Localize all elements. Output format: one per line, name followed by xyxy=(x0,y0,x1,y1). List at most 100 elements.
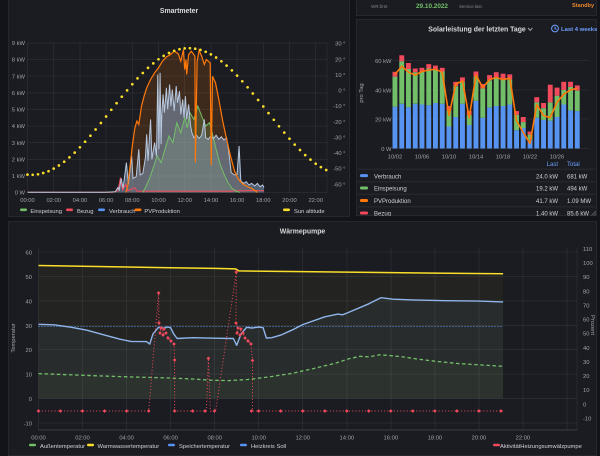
svg-text:Bezug: Bezug xyxy=(374,212,391,216)
svg-text:0 °: 0 ° xyxy=(338,89,345,95)
svg-text:10 °: 10 ° xyxy=(335,73,345,79)
svg-text:04:00: 04:00 xyxy=(119,436,134,442)
svg-text:Total: Total xyxy=(567,162,580,168)
svg-text:10: 10 xyxy=(583,388,589,394)
svg-text:Sun altitude: Sun altitude xyxy=(294,209,325,215)
svg-text:06:00: 06:00 xyxy=(99,198,114,204)
svg-text:0 W: 0 W xyxy=(15,191,26,197)
svg-text:24.0 kW: 24.0 kW xyxy=(536,174,558,180)
svg-text:Last: Last xyxy=(547,162,559,168)
svg-text:-10 °: -10 ° xyxy=(333,104,345,110)
svg-text:-10: -10 xyxy=(24,421,32,427)
svg-text:85.6 kW: 85.6 kW xyxy=(567,212,589,216)
svg-text:Last 4 weeks: Last 4 weeks xyxy=(561,27,597,33)
svg-text:04:00: 04:00 xyxy=(73,198,88,204)
svg-text:Prozent: Prozent xyxy=(589,315,595,335)
svg-text:Einspeisung: Einspeisung xyxy=(374,187,407,193)
svg-text:90: 90 xyxy=(583,275,589,281)
svg-text:10: 10 xyxy=(26,373,32,379)
svg-text:Warmwassertemperatur: Warmwassertemperatur xyxy=(98,444,160,450)
svg-text:40: 40 xyxy=(26,299,32,305)
svg-text:14:00: 14:00 xyxy=(340,436,355,442)
svg-text:16:00: 16:00 xyxy=(230,198,245,204)
svg-text:0: 0 xyxy=(29,397,32,403)
svg-text:100: 100 xyxy=(583,261,593,267)
svg-text:20 kW: 20 kW xyxy=(375,118,392,124)
svg-text:50: 50 xyxy=(26,275,32,281)
svg-text:Heizkreis Soll: Heizkreis Soll xyxy=(251,444,286,450)
svg-text:10:00: 10:00 xyxy=(251,436,266,442)
svg-text:4 kW: 4 kW xyxy=(12,124,26,130)
svg-text:0: 0 xyxy=(583,402,586,408)
svg-text:PVProduktion: PVProduktion xyxy=(144,209,179,215)
svg-text:10/26: 10/26 xyxy=(550,155,565,161)
svg-text:41.7 kW: 41.7 kW xyxy=(536,199,558,205)
svg-text:Wärmepumpe: Wärmepumpe xyxy=(280,229,326,236)
svg-text:30: 30 xyxy=(583,360,589,366)
svg-text:19.2 kW: 19.2 kW xyxy=(536,187,558,193)
svg-text:60: 60 xyxy=(583,318,589,324)
svg-text:70: 70 xyxy=(583,304,589,310)
svg-text:6 kW: 6 kW xyxy=(12,91,26,97)
svg-text:AktivitätHeizungsumwälzpumpe: AktivitätHeizungsumwälzpumpe xyxy=(500,444,582,450)
svg-text:22:00: 22:00 xyxy=(308,198,323,204)
svg-text:1 kW: 1 kW xyxy=(12,174,26,180)
svg-text:pro Tag: pro Tag xyxy=(359,83,365,102)
svg-text:40: 40 xyxy=(583,346,589,352)
svg-text:494 kW: 494 kW xyxy=(567,187,588,193)
svg-text:08:00: 08:00 xyxy=(207,436,222,442)
svg-text:60 kW: 60 kW xyxy=(375,59,392,65)
svg-text:60: 60 xyxy=(26,251,32,257)
svg-text:14:00: 14:00 xyxy=(204,198,219,204)
svg-text:20: 20 xyxy=(583,374,589,380)
svg-text:18:00: 18:00 xyxy=(256,198,271,204)
svg-text:10/14: 10/14 xyxy=(469,155,484,161)
svg-text:00:00: 00:00 xyxy=(20,198,35,204)
svg-text:Verbrauch: Verbrauch xyxy=(374,174,401,180)
svg-text:08:00: 08:00 xyxy=(125,198,140,204)
svg-text:12:00: 12:00 xyxy=(295,436,310,442)
svg-text:20:00: 20:00 xyxy=(472,436,487,442)
svg-text:10/02: 10/02 xyxy=(388,155,403,161)
svg-text:Verbrauch: Verbrauch xyxy=(109,209,135,215)
svg-text:-30 °: -30 ° xyxy=(333,136,345,142)
svg-text:20: 20 xyxy=(26,348,32,354)
svg-text:10/06: 10/06 xyxy=(415,155,430,161)
svg-text:20 °: 20 ° xyxy=(335,57,345,63)
svg-text:9 kW: 9 kW xyxy=(12,41,26,47)
svg-text:02:00: 02:00 xyxy=(75,436,90,442)
svg-text:Speichertemperatur: Speichertemperatur xyxy=(179,444,230,450)
svg-text:16:00: 16:00 xyxy=(384,436,399,442)
svg-text:12:00: 12:00 xyxy=(177,198,192,204)
svg-text:80: 80 xyxy=(583,289,589,295)
svg-text:0 W: 0 W xyxy=(381,147,392,153)
svg-text:22:00: 22:00 xyxy=(516,436,531,442)
svg-text:2 kW: 2 kW xyxy=(12,158,26,164)
svg-text:40 kW: 40 kW xyxy=(375,88,392,94)
svg-text:10/18: 10/18 xyxy=(496,155,511,161)
svg-text:8 kW: 8 kW xyxy=(12,58,26,64)
svg-text:06:00: 06:00 xyxy=(163,436,178,442)
svg-text:7 kW: 7 kW xyxy=(12,74,26,80)
svg-text:1.40 kW: 1.40 kW xyxy=(536,212,558,216)
svg-text:30: 30 xyxy=(26,324,32,330)
svg-text:10/10: 10/10 xyxy=(442,155,457,161)
svg-text:681 kW: 681 kW xyxy=(567,174,588,180)
svg-text:Außentemperatur: Außentemperatur xyxy=(40,444,85,450)
svg-text:5 kW: 5 kW xyxy=(12,108,26,114)
svg-text:-60 °: -60 ° xyxy=(333,182,345,188)
svg-text:20:00: 20:00 xyxy=(282,198,297,204)
svg-text:Einspeisung: Einspeisung xyxy=(30,209,62,215)
svg-text:-10: -10 xyxy=(583,416,591,422)
svg-text:-50 °: -50 ° xyxy=(333,167,345,173)
svg-text:02:00: 02:00 xyxy=(46,198,61,204)
svg-text:1.09 MW: 1.09 MW xyxy=(567,199,591,205)
svg-text:00:00: 00:00 xyxy=(31,436,46,442)
svg-text:10/22: 10/22 xyxy=(523,155,538,161)
svg-text:110: 110 xyxy=(583,247,592,253)
svg-text:Bezug: Bezug xyxy=(77,209,93,215)
svg-text:50: 50 xyxy=(583,332,589,338)
svg-text:3 kW: 3 kW xyxy=(12,141,26,147)
svg-text:Solarleistung der letzten Tage: Solarleistung der letzten Tage xyxy=(428,27,526,34)
svg-text:Smartmeter: Smartmeter xyxy=(160,8,199,15)
